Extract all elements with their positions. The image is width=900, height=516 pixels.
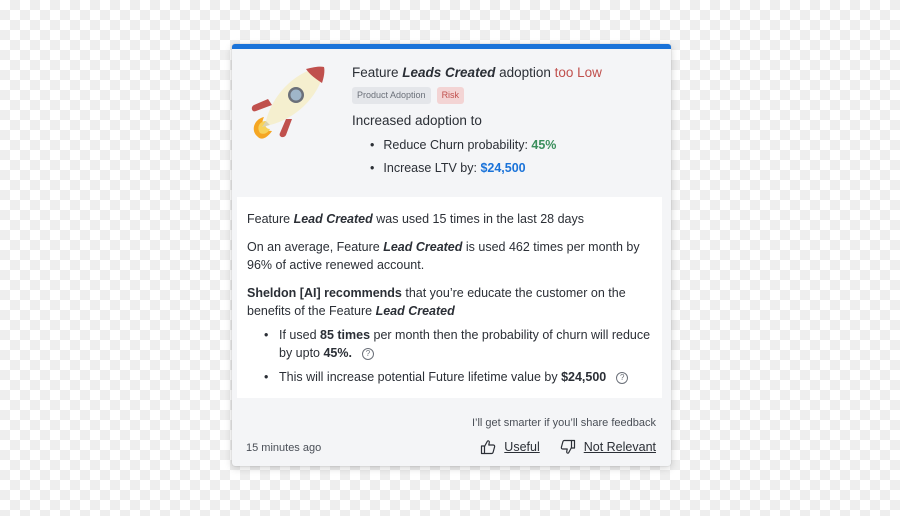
not-relevant-label: Not Relevant	[583, 440, 656, 454]
insight-header: Feature Leads Created adoption too Low P…	[232, 49, 671, 192]
text-span: On an average, Feature	[247, 240, 384, 254]
help-icon[interactable]: ?	[616, 372, 629, 384]
title-middle: adoption	[495, 65, 555, 80]
list-item: If used 85 times per month then the prob…	[264, 326, 652, 362]
benefit-label: Reduce Churn probability:	[383, 138, 532, 152]
feature-name: Lead Created	[293, 212, 373, 226]
feedback-hint: I’ll get smarter if you’ll share feedbac…	[471, 417, 656, 429]
tag-list: Product Adoption Risk	[352, 87, 661, 104]
thumbs-up-icon	[481, 440, 496, 455]
help-icon[interactable]: ?	[361, 348, 374, 360]
insight-footer: I’ll get smarter if you’ll share feedbac…	[232, 409, 671, 467]
recommendation-text: Sheldon [AI] recommends that you’re educ…	[247, 284, 652, 320]
text-span: $24,500	[561, 370, 607, 384]
text-span: This will increase potential Future life…	[279, 370, 562, 384]
rocket-icon	[251, 66, 325, 139]
benefit-list: Reduce Churn probability: 45% Increase L…	[352, 134, 661, 180]
thumbs-down-icon	[560, 439, 575, 454]
benefit-value: 45%	[531, 138, 557, 152]
useful-label: Useful	[504, 440, 540, 454]
list-item: Reduce Churn probability: 45%	[370, 134, 661, 157]
benefit-value: $24,500	[480, 161, 526, 175]
feature-name: Lead Created	[375, 304, 455, 318]
list-item: Increase LTV by: $24,500	[370, 157, 661, 180]
text-span: If used	[279, 328, 320, 342]
title-prefix: Feature	[352, 65, 403, 80]
text-span: was used 15 times in the last 28 days	[372, 212, 584, 226]
text-span: Feature	[247, 212, 294, 226]
useful-button[interactable]: Useful	[480, 439, 540, 455]
insight-title: Feature Leads Created adoption too Low	[352, 64, 661, 82]
tag-product-adoption: Product Adoption	[352, 87, 431, 104]
agent-name: Sheldon [AI] recommends	[247, 286, 402, 300]
insight-card: Feature Leads Created adoption too Low P…	[232, 44, 671, 466]
insight-subtitle: Increased adoption to	[352, 113, 482, 128]
status-text: too Low	[554, 65, 602, 80]
feature-name: Leads Created	[402, 65, 496, 80]
feedback-actions: Useful Not Relevant	[480, 439, 656, 455]
tag-risk: Risk	[436, 87, 465, 104]
average-text: On an average, Feature Lead Created is u…	[247, 238, 652, 274]
recommendation-list: If used 85 times per month then the prob…	[247, 326, 652, 386]
timestamp: 15 minutes ago	[246, 442, 322, 454]
insight-details: Feature Lead Created was used 15 times i…	[237, 197, 662, 398]
text-span: 85 times	[320, 328, 371, 342]
text-span: 45%.	[323, 346, 352, 360]
usage-text: Feature Lead Created was used 15 times i…	[247, 210, 652, 228]
feature-name: Lead Created	[383, 240, 463, 254]
list-item: This will increase potential Future life…	[264, 368, 652, 386]
not-relevant-button[interactable]: Not Relevant	[560, 439, 656, 455]
benefit-label: Increase LTV by:	[383, 161, 481, 175]
